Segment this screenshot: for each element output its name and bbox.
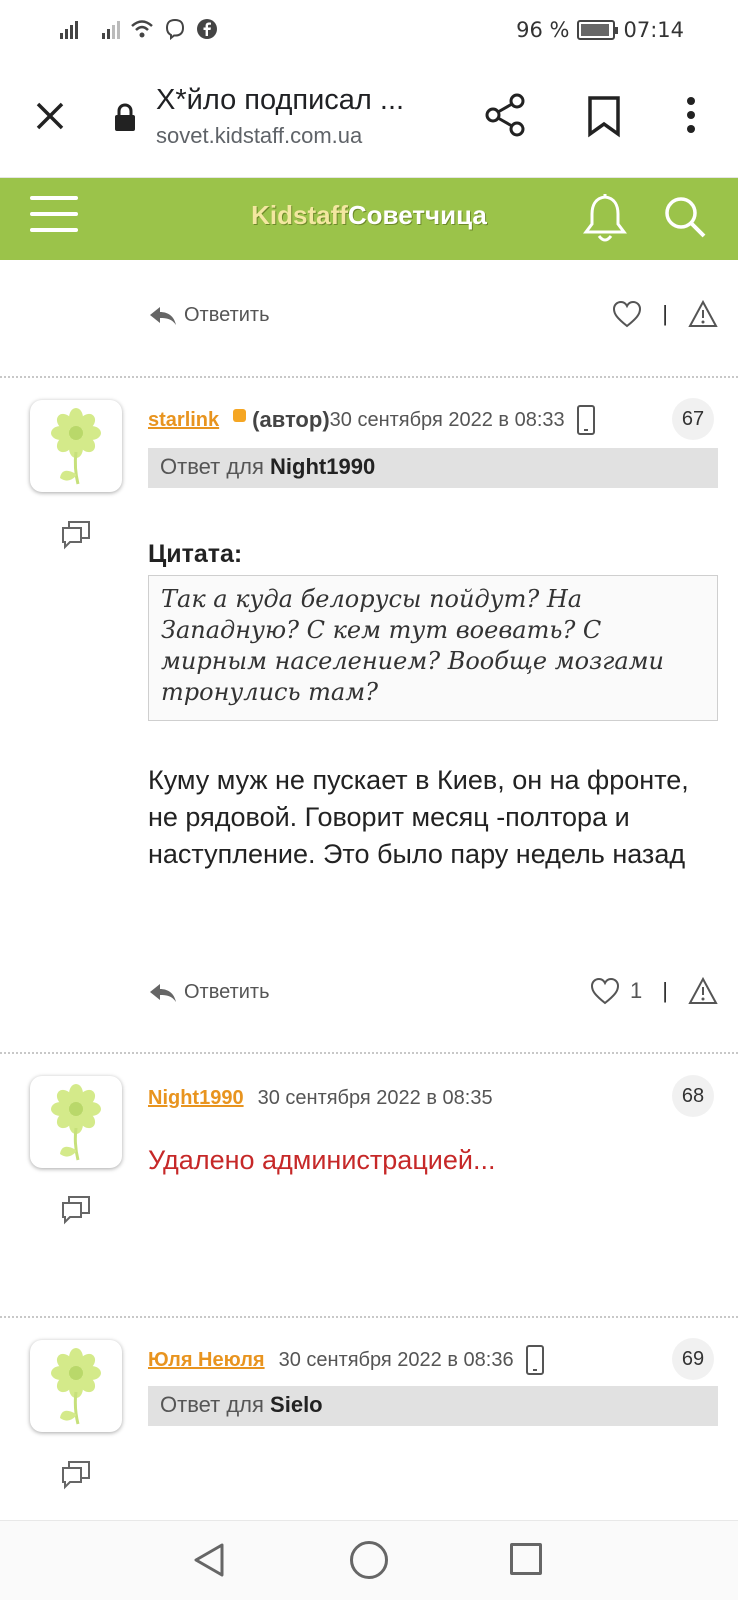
status-bar: 96 % 07:14 [0,0,738,62]
reply-button[interactable]: Ответить [148,981,270,1004]
quote-block: Так а куда белорусы пойдут? На Западную?… [148,575,718,721]
reply-comment-icon[interactable] [60,520,92,550]
reply-button[interactable]: Ответить [148,304,270,327]
reply-to-banner: Ответ для Sielo [148,1386,718,1426]
heart-icon[interactable] [612,300,642,328]
viber-icon [165,18,185,40]
flower-avatar-icon [51,1084,101,1161]
post-date: 30 сентября 2022 в 08:33 [329,408,565,431]
online-status-icon [233,408,247,422]
post-divider [0,1316,738,1318]
post-meta: Night1990 30 сентября 2022 в 08:35 [148,1078,493,1118]
browser-toolbar: Х*йло подписал ... sovet.kidstaff.com.ua [0,62,738,178]
heart-icon[interactable] [590,977,620,1005]
address-area[interactable]: Х*йло подписал ... sovet.kidstaff.com.ua [156,84,446,149]
separator: | [662,978,668,1003]
post-divider [0,376,738,378]
quote-label: Цитата: [148,540,243,568]
reply-comment-icon[interactable] [60,1460,92,1490]
post-number: 68 [672,1075,714,1117]
avatar[interactable] [30,1340,122,1432]
post-actions-right: 1 | [590,977,718,1005]
system-navigation-bar [0,1520,738,1600]
avatar[interactable] [30,1076,122,1168]
search-icon[interactable] [662,194,708,240]
signal-icon-2 [102,19,120,39]
share-icon[interactable] [482,92,528,138]
like-count: 1 [630,978,643,1003]
reply-to-username[interactable]: Sielo [270,1392,323,1417]
mobile-phone-icon [576,405,595,435]
post-text: Куму муж не пускает в Киев, он на фронте… [148,765,689,869]
username-link[interactable]: starlink [148,409,219,432]
avatar[interactable] [30,400,122,492]
status-icons-left [60,18,218,40]
home-icon[interactable] [350,1541,388,1579]
close-icon[interactable] [30,96,70,136]
post-date: 30 сентября 2022 в 08:36 [278,1348,514,1371]
status-icons-right: 96 % 07:14 [516,18,684,42]
bell-icon[interactable] [580,190,630,246]
deleted-notice: Удалено администрацией... [148,1145,496,1175]
reply-to-prefix: Ответ для [160,1392,264,1417]
wifi-icon [131,20,153,38]
post-number: 67 [672,398,714,440]
author-tag: (автор) [252,407,330,432]
reply-label: Ответить [184,304,270,326]
clock: 07:14 [623,18,684,42]
flower-avatar-icon [51,408,101,485]
mobile-phone-icon [525,1345,544,1375]
username-link[interactable]: Юля Неюля [148,1349,265,1372]
username-link[interactable]: Night1990 [148,1087,244,1110]
battery-icon [577,20,619,40]
post-actions: Ответить 1 | [148,975,718,1015]
facebook-icon [197,19,217,39]
reply-to-username[interactable]: Night1990 [270,454,375,479]
logo-part-kidstaff: Kidstaff [251,200,348,230]
post-number: 69 [672,1338,714,1380]
reply-label: Ответить [184,981,270,1003]
separator: | [662,301,668,326]
warning-icon[interactable] [688,300,718,328]
lock-icon [115,103,135,131]
post-actions-right: | [612,300,718,328]
logo-part-sovetchica: Советчица [347,200,487,230]
page-title: Х*йло подписал ... [156,84,405,116]
reply-to-prefix: Ответ для [160,454,264,479]
reply-arrow-icon [150,306,176,325]
reply-arrow-icon [150,983,176,1002]
site-header: KidstaffСоветчица [0,178,738,260]
post-meta: starlink (автор) 30 сентября 2022 в 08:3… [148,400,595,440]
post-date: 30 сентября 2022 в 08:35 [257,1086,493,1109]
recent-apps-icon[interactable] [510,1543,542,1575]
bookmark-icon[interactable] [584,94,624,138]
back-icon[interactable] [192,1541,226,1579]
flower-avatar-icon [51,1348,101,1425]
signal-icon [60,19,78,39]
page-url: sovet.kidstaff.com.ua [156,123,363,148]
reply-to-banner: Ответ для Night1990 [148,448,718,488]
reply-comment-icon[interactable] [60,1195,92,1225]
comment-thread: Ответить | starlink (автор) 30 сентября … [0,260,738,1520]
post-divider [0,1052,738,1054]
post-actions: Ответить | [148,298,718,338]
post-meta: Юля Неюля 30 сентября 2022 в 08:36 [148,1340,544,1380]
more-menu-icon[interactable] [676,92,706,138]
warning-icon[interactable] [688,977,718,1005]
battery-percent: 96 % [516,18,570,42]
